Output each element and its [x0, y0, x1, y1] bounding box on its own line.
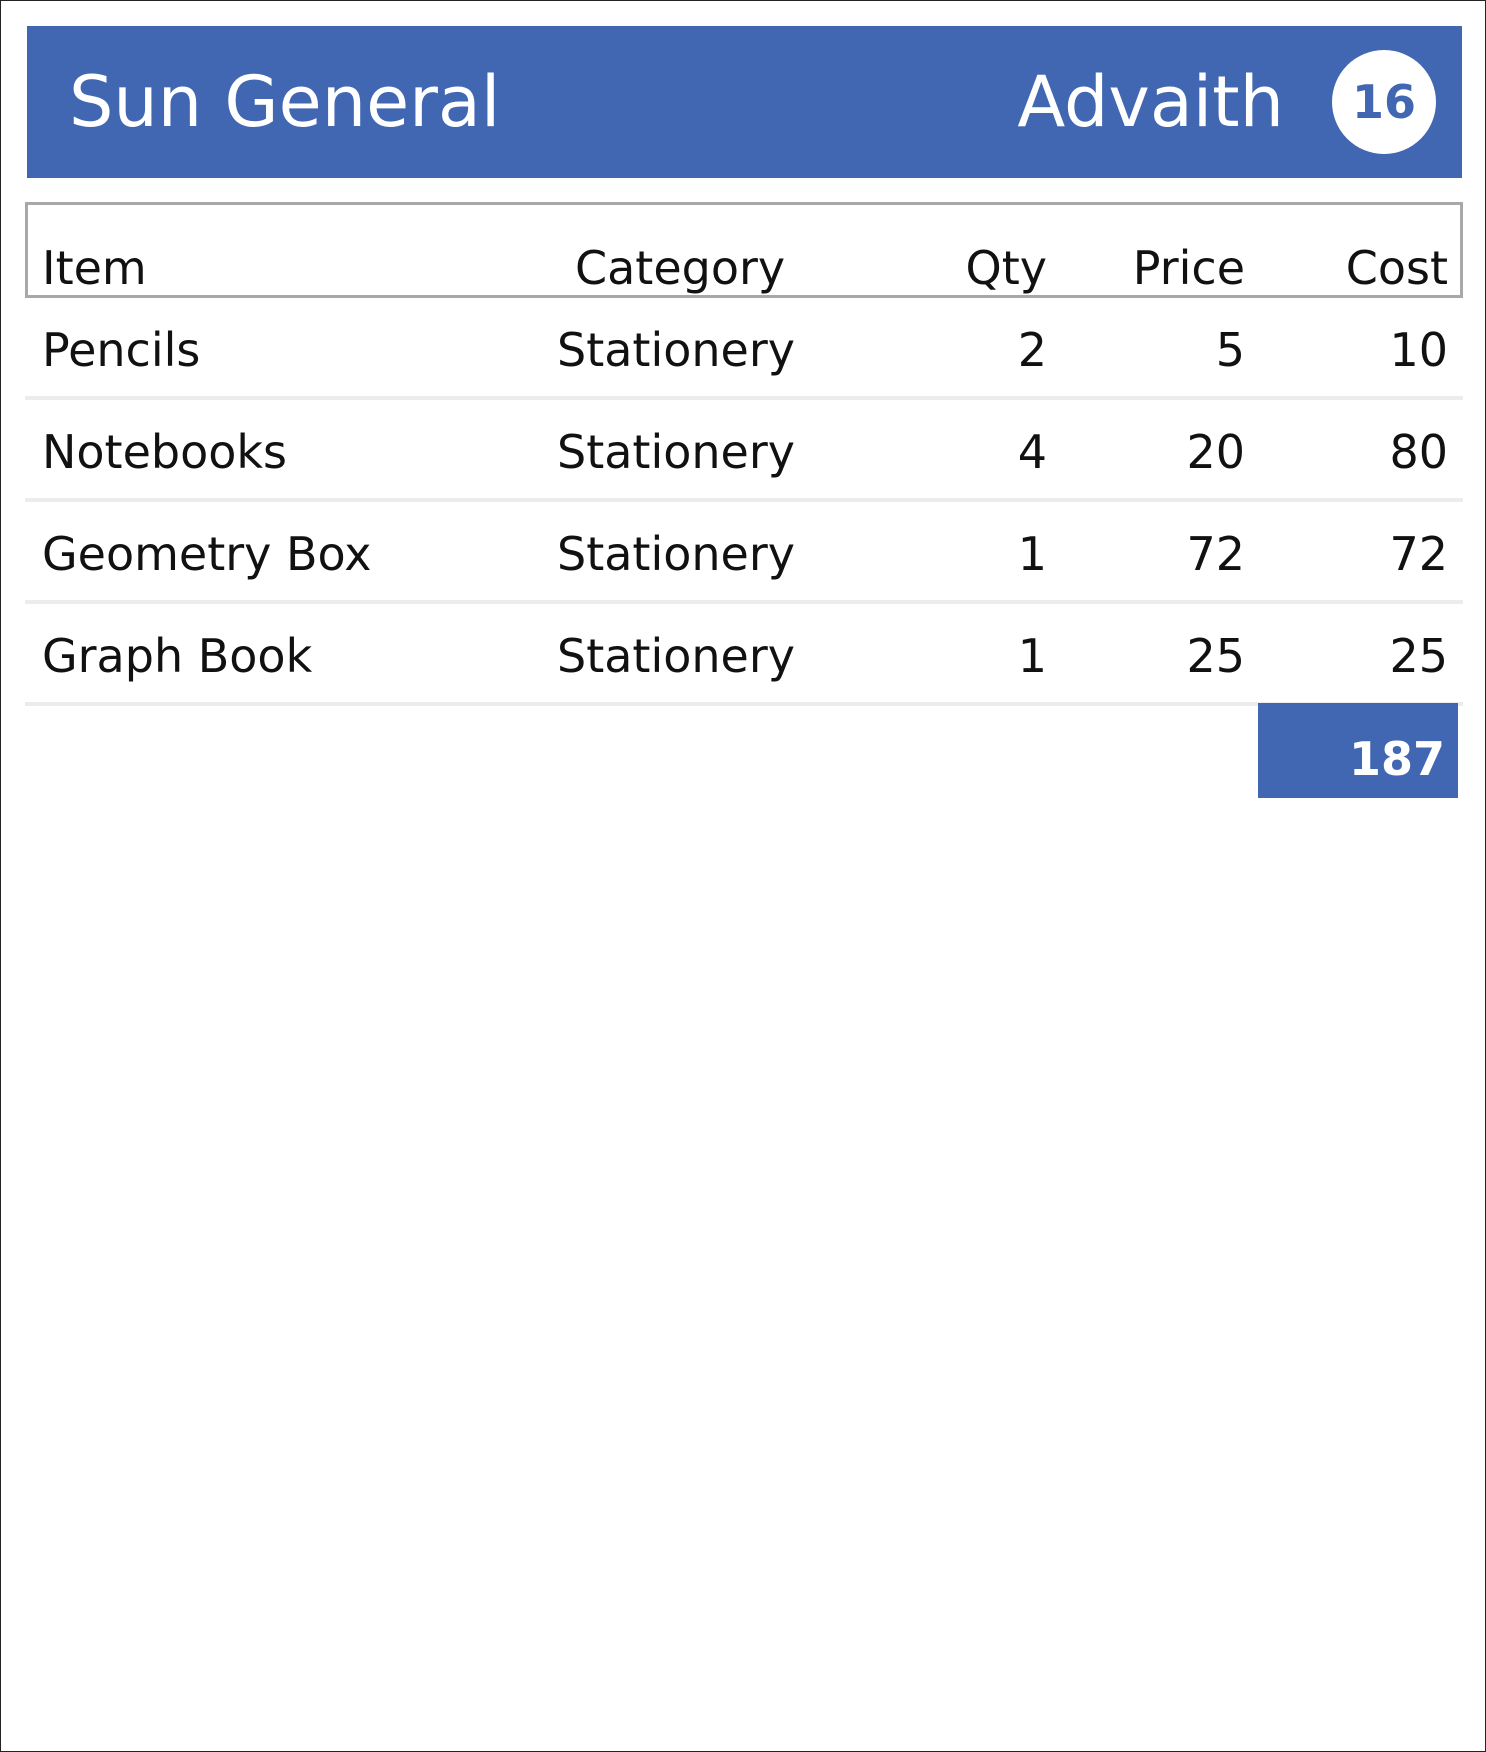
category-cell: Stationery — [557, 629, 795, 683]
price-cell: 20 — [1186, 425, 1245, 479]
cost-cell: 10 — [1389, 323, 1448, 377]
category-cell: Stationery — [557, 425, 795, 479]
item-cell: Notebooks — [42, 425, 287, 479]
category-cell: Stationery — [557, 323, 795, 377]
price-cell: 72 — [1186, 527, 1245, 581]
price-cell: 5 — [1215, 323, 1245, 377]
total-cost: 187 — [1258, 703, 1458, 798]
category-cell: Stationery — [557, 527, 795, 581]
table-row[interactable]: Notebooks Stationery 4 20 80 — [25, 400, 1463, 502]
items-table: Item Category Qty Price Cost Pencils Sta… — [25, 202, 1463, 706]
table-row[interactable]: Geometry Box Stationery 1 72 72 — [25, 502, 1463, 604]
count-badge: 16 — [1332, 50, 1436, 154]
item-cell: Graph Book — [42, 629, 313, 683]
cost-cell: 25 — [1389, 629, 1448, 683]
qty-cell: 1 — [1017, 629, 1047, 683]
table-header-row: Item Category Qty Price Cost — [25, 202, 1463, 298]
qty-cell: 2 — [1017, 323, 1047, 377]
customer-name: Advaith — [1017, 61, 1284, 143]
table-row[interactable]: Pencils Stationery 2 5 10 — [25, 298, 1463, 400]
app-header: Sun General Advaith 16 — [27, 26, 1462, 178]
item-cell: Pencils — [42, 323, 201, 377]
cost-cell: 72 — [1389, 527, 1448, 581]
price-cell: 25 — [1186, 629, 1245, 683]
qty-cell: 1 — [1017, 527, 1047, 581]
app-frame: Sun General Advaith 16 Item Category Qty… — [0, 0, 1486, 1752]
item-cell: Geometry Box — [42, 527, 372, 581]
table-row[interactable]: Graph Book Stationery 1 25 25 — [25, 604, 1463, 706]
cost-cell: 80 — [1389, 425, 1448, 479]
store-name: Sun General — [69, 61, 501, 143]
qty-cell: 4 — [1017, 425, 1047, 479]
